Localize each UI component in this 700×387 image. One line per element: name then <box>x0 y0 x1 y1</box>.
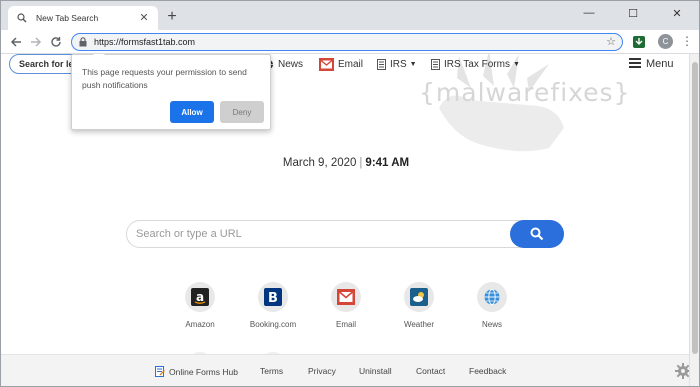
svg-text:B: B <box>268 291 278 306</box>
weather-icon <box>404 282 434 312</box>
booking-icon: B <box>258 282 288 312</box>
lock-icon <box>78 37 88 47</box>
date-time: March 9, 2020 | 9:41 AM <box>1 157 689 169</box>
forward-button[interactable] <box>27 33 45 51</box>
footer-link-privacy[interactable]: Privacy <box>308 366 336 376</box>
tile-label: Weather <box>403 320 435 329</box>
deny-button[interactable]: Deny <box>220 101 264 123</box>
more-options-icon[interactable]: ⋮ <box>681 34 693 50</box>
url-text: https://formsfast1tab.com <box>94 37 196 47</box>
tab-strip: New Tab Search ✕ + — ☐ ✕ <box>1 1 699 30</box>
page-scrollbar[interactable] <box>689 54 699 386</box>
tile-label: Amazon <box>185 320 215 329</box>
date-text: March 9, 2020 <box>282 157 357 169</box>
new-tab-button[interactable]: + <box>165 9 179 25</box>
footer-link-uninstall[interactable]: Uninstall <box>359 366 392 376</box>
document-icon <box>377 58 386 70</box>
menu-label: Menu <box>646 58 674 70</box>
watermark-text: {malwarefixes} <box>419 78 631 107</box>
maximize-button[interactable]: ☐ <box>611 1 655 25</box>
footer-link-feedback[interactable]: Feedback <box>469 366 506 376</box>
address-bar[interactable]: https://formsfast1tab.com ☆ <box>71 33 623 51</box>
topnav-irs-label: IRS <box>390 58 407 70</box>
tile-label: News <box>481 320 502 329</box>
notification-permission-popup: This page requests your permission to se… <box>71 54 271 130</box>
minimize-button[interactable]: — <box>567 1 611 25</box>
bookmark-star-icon[interactable]: ☆ <box>606 35 616 48</box>
time-text: 9:41 AM <box>365 157 410 169</box>
search-button[interactable] <box>510 220 564 248</box>
search-icon <box>530 227 544 241</box>
main-search-input[interactable]: Search or type a URL <box>126 220 564 248</box>
amazon-icon: a <box>185 282 215 312</box>
close-window-button[interactable]: ✕ <box>655 1 699 25</box>
profile-avatar[interactable]: C <box>658 34 673 49</box>
search-icon <box>16 12 28 24</box>
popup-message: This page requests your permission to se… <box>82 67 247 90</box>
hamburger-icon <box>629 57 641 71</box>
forward-arrow-icon <box>31 37 42 47</box>
footer-links: Online Forms Hub Terms Privacy Uninstall… <box>1 355 689 386</box>
tile-news[interactable]: News <box>462 282 522 329</box>
browser-window: New Tab Search ✕ + — ☐ ✕ https://formsfa… <box>0 0 700 387</box>
topnav-irs-tax-forms-label: IRS Tax Forms <box>444 58 510 70</box>
tile-label: Booking.com <box>249 320 297 329</box>
tab-close-icon[interactable]: ✕ <box>138 12 150 24</box>
footer-link-label: Online Forms Hub <box>169 366 238 377</box>
chevron-down-icon: ▼ <box>512 60 520 68</box>
topnav-email-label: Email <box>338 58 364 70</box>
topnav-news-label: News <box>278 58 304 70</box>
tile-email[interactable]: Email <box>316 282 376 329</box>
browser-tab[interactable]: New Tab Search ✕ <box>8 6 158 30</box>
reload-icon <box>51 37 61 47</box>
back-arrow-icon <box>10 37 21 47</box>
main-search-placeholder: Search or type a URL <box>136 228 242 240</box>
page-content: {malwarefixes} Search for legal forms Ne… <box>1 54 689 386</box>
gmail-icon <box>331 282 361 312</box>
tile-amazon[interactable]: a Amazon <box>170 282 230 329</box>
gear-icon[interactable] <box>675 363 689 379</box>
chevron-down-icon: ▼ <box>409 60 417 68</box>
gmail-icon <box>319 57 334 71</box>
footer-link-online-forms-hub[interactable]: Online Forms Hub <box>155 366 238 377</box>
footer: Online Forms Hub Terms Privacy Uninstall… <box>1 354 689 386</box>
tile-label: Email <box>335 320 356 329</box>
topnav-item-email[interactable]: Email <box>319 54 363 74</box>
topnav-item-irs[interactable]: IRS ▼ <box>377 54 417 74</box>
window-controls: — ☐ ✕ <box>567 1 699 30</box>
browser-toolbar: https://formsfast1tab.com ☆ C ⋮ <box>1 30 699 54</box>
date-time-separator: | <box>359 157 363 169</box>
svg-text:a: a <box>196 290 204 304</box>
reload-button[interactable] <box>47 33 65 51</box>
allow-button[interactable]: Allow <box>170 101 214 123</box>
tile-weather[interactable]: Weather <box>389 282 449 329</box>
scrollbar-thumb[interactable] <box>692 62 698 354</box>
globe-icon <box>477 282 507 312</box>
forms-hub-icon <box>155 366 165 377</box>
menu-button[interactable]: Menu <box>629 54 674 74</box>
extension-icon[interactable] <box>631 34 647 50</box>
topnav-item-irs-tax-forms[interactable]: IRS Tax Forms ▼ <box>431 54 520 74</box>
tile-booking[interactable]: B Booking.com <box>243 282 303 329</box>
document-icon <box>431 58 440 70</box>
footer-link-terms[interactable]: Terms <box>260 366 283 376</box>
footer-link-contact[interactable]: Contact <box>416 366 445 376</box>
back-button[interactable] <box>7 33 25 51</box>
tab-title: New Tab Search <box>36 13 99 23</box>
